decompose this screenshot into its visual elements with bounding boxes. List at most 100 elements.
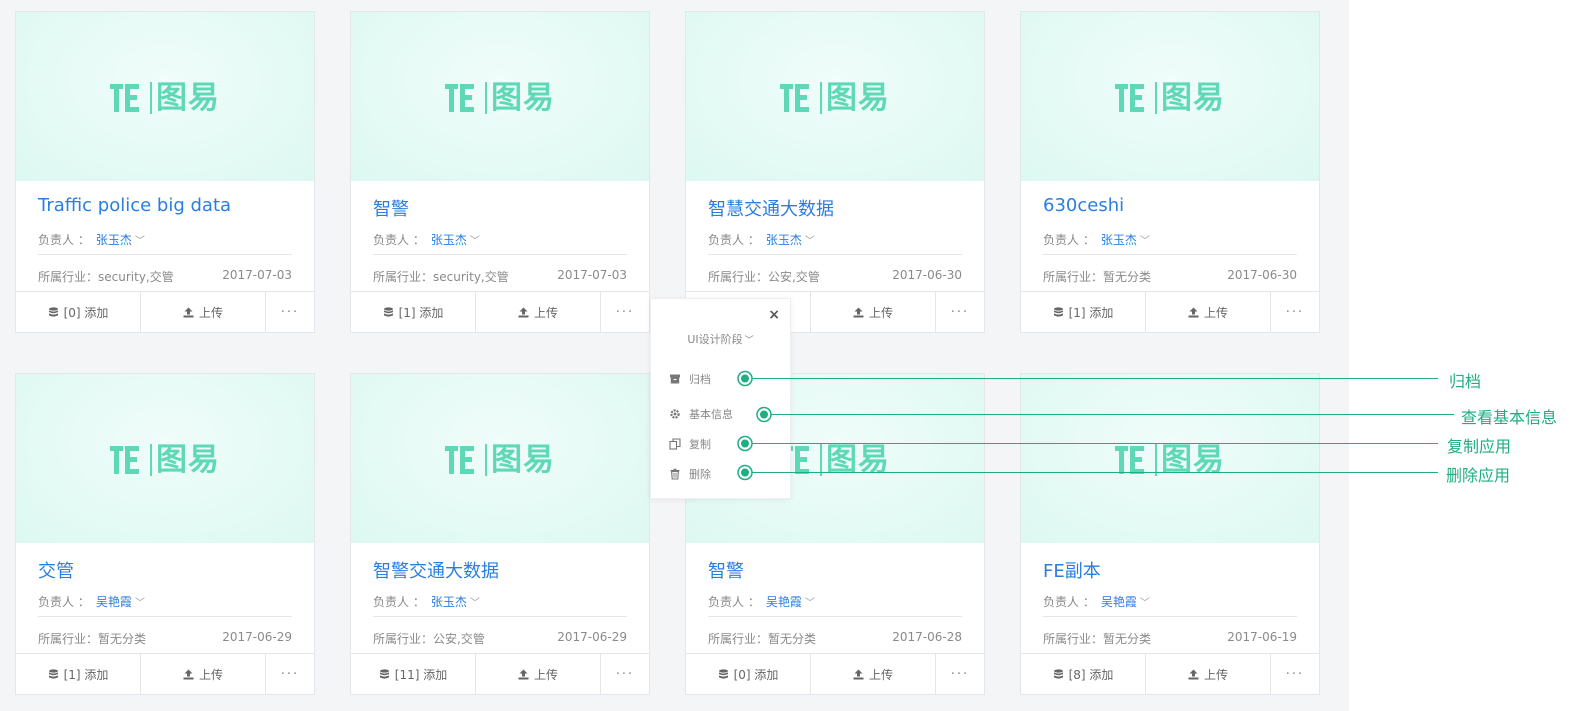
upload-label: 上传 bbox=[198, 667, 223, 682]
owner-name[interactable]: 张玉杰 bbox=[1101, 233, 1137, 247]
more-button[interactable]: ··· bbox=[601, 654, 649, 694]
card-cover[interactable]: 图易 bbox=[686, 12, 984, 181]
more-button[interactable]: ··· bbox=[936, 654, 984, 694]
menu-item-copy[interactable]: 复制 bbox=[669, 436, 711, 452]
database-icon bbox=[1053, 668, 1063, 679]
card-owner: 负责人 ： 张玉杰 ﹀ bbox=[373, 593, 480, 610]
chevron-down-icon[interactable]: ﹀ bbox=[805, 236, 815, 247]
app-card[interactable]: 图易 Traffic police big data 负责人 ： 张玉杰 ﹀ 所属行业：s… bbox=[15, 11, 315, 333]
chevron-down-icon[interactable]: ﹀ bbox=[805, 598, 815, 609]
app-card[interactable]: 图易 智警 负责人 ： 张玉杰 ﹀ 所属行业：security,交管 2017-07-03 [… bbox=[350, 11, 650, 333]
upload-button[interactable]: 上传 bbox=[1146, 654, 1271, 694]
app-card[interactable]: 图易 交管 负责人 ： 吴艳霞 ﹀ 所属行业：暂无分类 2017-06-29 [1] 添加 上传… bbox=[15, 373, 315, 695]
add-button[interactable]: [1] 添加 bbox=[351, 292, 476, 332]
menu-item-delete[interactable]: 删除 bbox=[669, 466, 711, 482]
industry-label: 所属行业： bbox=[708, 270, 769, 284]
add-button[interactable]: [11] 添加 bbox=[351, 654, 476, 694]
card-cover[interactable]: 图易 bbox=[351, 12, 649, 181]
more-button[interactable]: ··· bbox=[1271, 292, 1319, 332]
divider bbox=[38, 254, 292, 255]
industry-value: 公安,交管 bbox=[768, 270, 820, 284]
upload-button[interactable]: 上传 bbox=[811, 292, 936, 332]
upload-icon bbox=[1188, 307, 1199, 317]
upload-icon bbox=[1188, 669, 1199, 679]
industry-value: 暂无分类 bbox=[768, 632, 817, 646]
upload-button[interactable]: 上传 bbox=[1146, 292, 1271, 332]
chevron-down-icon[interactable]: ﹀ bbox=[470, 598, 480, 609]
chevron-down-icon: ﹀ bbox=[744, 336, 754, 346]
add-label: [0] 添加 bbox=[63, 305, 109, 320]
logo-divider bbox=[485, 82, 487, 114]
card-cover[interactable]: 图易 bbox=[351, 374, 649, 543]
menu-item-label: 基本信息 bbox=[689, 408, 733, 421]
card-logo: 图易 bbox=[780, 82, 890, 114]
add-button[interactable]: [1] 添加 bbox=[16, 654, 141, 694]
card-title[interactable]: FE副本 bbox=[1043, 557, 1101, 583]
more-icon: ··· bbox=[950, 304, 970, 320]
upload-button[interactable]: 上传 bbox=[141, 654, 266, 694]
owner-name[interactable]: 张玉杰 bbox=[766, 233, 802, 247]
chevron-down-icon[interactable]: ﹀ bbox=[135, 236, 145, 247]
card-title[interactable]: 智警 bbox=[708, 557, 744, 583]
card-title[interactable]: 智警 bbox=[373, 195, 409, 221]
annotation-copy: 复制应用 bbox=[1447, 437, 1512, 456]
owner-name[interactable]: 吴艳霞 bbox=[96, 595, 132, 609]
card-actions: [11] 添加 上传 ··· bbox=[351, 653, 649, 694]
upload-button[interactable]: 上传 bbox=[811, 654, 936, 694]
card-title[interactable]: 630ceshi bbox=[1043, 195, 1124, 216]
upload-button[interactable]: 上传 bbox=[141, 292, 266, 332]
more-icon: ··· bbox=[615, 666, 635, 682]
app-card[interactable]: 图易 智慧交通大数据 负责人 ： 张玉杰 ﹀ 所属行业：公安,交管 2017-06-30 上传… bbox=[685, 11, 985, 333]
industry-value: 暂无分类 bbox=[98, 632, 147, 646]
fe-logo-icon bbox=[445, 84, 474, 112]
logo-text: 图易 bbox=[156, 442, 220, 478]
card-date: 2017-07-03 bbox=[557, 268, 627, 282]
logo-text: 图易 bbox=[491, 442, 555, 478]
more-button[interactable]: ··· bbox=[266, 654, 314, 694]
logo-text: 图易 bbox=[1161, 442, 1225, 478]
card-title[interactable]: 智警交通大数据 bbox=[373, 557, 499, 583]
owner-name[interactable]: 张玉杰 bbox=[96, 233, 132, 247]
menu-item-basic-info[interactable]: 基本信息 bbox=[669, 406, 733, 422]
menu-item-archive[interactable]: 归档 bbox=[669, 371, 711, 387]
add-button[interactable]: [8] 添加 bbox=[1021, 654, 1146, 694]
logo-divider bbox=[1155, 444, 1157, 476]
owner-label: 负责人 ： bbox=[373, 595, 425, 609]
card-cover[interactable]: 图易 bbox=[1021, 12, 1319, 181]
card-title[interactable]: 智慧交通大数据 bbox=[708, 195, 834, 221]
app-card[interactable]: 图易 FE副本 负责人 ： 吴艳霞 ﹀ 所属行业：暂无分类 2017-06-19 [8] 添加… bbox=[1020, 373, 1320, 695]
upload-icon bbox=[853, 307, 864, 317]
more-button[interactable]: ··· bbox=[1271, 654, 1319, 694]
upload-button[interactable]: 上传 bbox=[476, 654, 601, 694]
chevron-down-icon[interactable]: ﹀ bbox=[470, 236, 480, 247]
card-cover[interactable]: 图易 bbox=[16, 374, 314, 543]
more-button[interactable]: ··· bbox=[266, 292, 314, 332]
owner-name[interactable]: 张玉杰 bbox=[431, 595, 467, 609]
add-label: [1] 添加 bbox=[63, 667, 109, 682]
add-button[interactable]: [0] 添加 bbox=[16, 292, 141, 332]
more-button[interactable]: ··· bbox=[601, 292, 649, 332]
owner-name[interactable]: 吴艳霞 bbox=[766, 595, 802, 609]
card-title[interactable]: 交管 bbox=[38, 557, 74, 583]
card-date: 2017-06-29 bbox=[222, 630, 292, 644]
add-button[interactable]: [0] 添加 bbox=[686, 654, 811, 694]
close-icon[interactable]: × bbox=[768, 307, 780, 323]
card-cover[interactable]: 图易 bbox=[16, 12, 314, 181]
more-button[interactable]: ··· bbox=[936, 292, 984, 332]
chevron-down-icon[interactable]: ﹀ bbox=[1140, 598, 1150, 609]
stage-dropdown[interactable]: UI设计阶段 ﹀ bbox=[651, 331, 790, 347]
more-icon: ··· bbox=[280, 666, 300, 682]
app-card[interactable]: 图易 智警交通大数据 负责人 ： 张玉杰 ﹀ 所属行业：公安,交管 2017-06-29 [1… bbox=[350, 373, 650, 695]
add-button[interactable]: [1] 添加 bbox=[1021, 292, 1146, 332]
card-cover[interactable]: 图易 bbox=[1021, 374, 1319, 543]
database-icon bbox=[383, 306, 393, 317]
owner-name[interactable]: 张玉杰 bbox=[431, 233, 467, 247]
logo-divider bbox=[820, 444, 822, 476]
chevron-down-icon[interactable]: ﹀ bbox=[135, 598, 145, 609]
card-title[interactable]: Traffic police big data bbox=[38, 195, 231, 216]
chevron-down-icon[interactable]: ﹀ bbox=[1140, 236, 1150, 247]
app-card[interactable]: 图易 630ceshi 负责人 ： 张玉杰 ﹀ 所属行业：暂无分类 2017-06-30 [1… bbox=[1020, 11, 1320, 333]
upload-button[interactable]: 上传 bbox=[476, 292, 601, 332]
industry-label: 所属行业： bbox=[708, 632, 769, 646]
owner-name[interactable]: 吴艳霞 bbox=[1101, 595, 1137, 609]
